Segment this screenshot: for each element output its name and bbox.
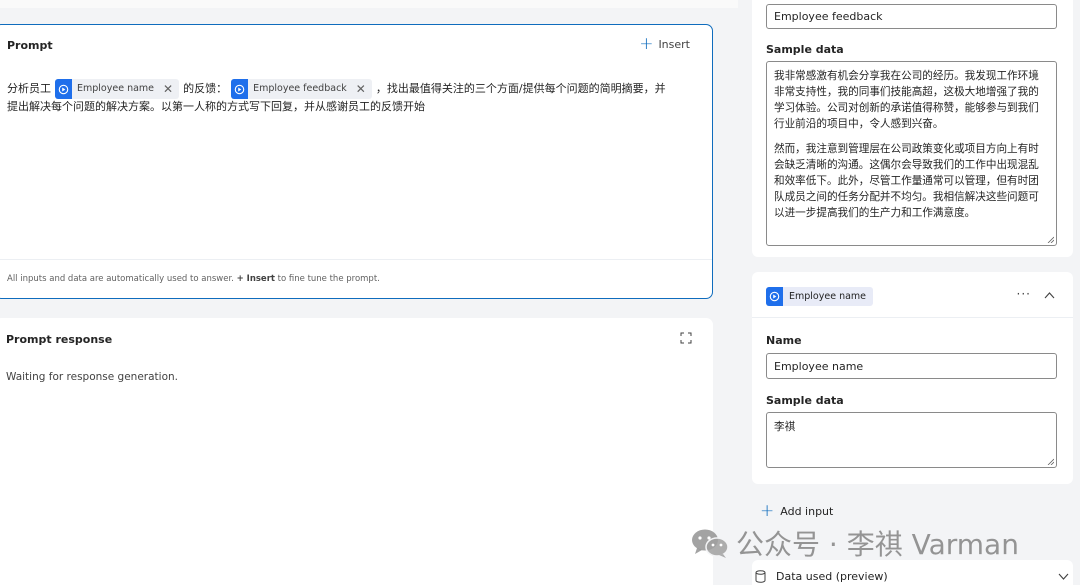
employee-name-tag: Employee name (766, 287, 874, 306)
prompt-text-before: 分析员工 (7, 82, 51, 95)
remove-chip-icon[interactable]: ✕ (163, 75, 173, 103)
prompt-text-between: 的反馈： (183, 82, 228, 95)
tag-label: Employee name (789, 291, 867, 302)
insert-label: Insert (658, 37, 690, 51)
prompt-editor[interactable]: 分析员工 Employee name ✕ 的反馈： Employee feedback ✕… (7, 75, 697, 114)
chip-employee-name[interactable]: Employee name ✕ (55, 79, 180, 99)
chip-label: Employee name (77, 83, 155, 94)
sample-value: 李祺 (774, 421, 796, 433)
prompt-text-line2: 提出解决每个问题的解决方案。以第一人称的方式写下回复，并从感谢员工的反馈开始 (7, 100, 425, 113)
prompt-footer: All inputs and data are automatically us… (7, 274, 380, 284)
card-header: Employee name ··· (752, 272, 1073, 318)
input-card-employee-name: Employee name ··· Name Employee name Sam… (752, 272, 1073, 484)
watermark: 公众号 · 李祺 Varman (690, 523, 1019, 563)
divider (0, 259, 712, 260)
prompt-card[interactable]: Prompt + Insert 分析员工 Employee name ✕ 的反馈： Em… (0, 24, 713, 299)
input-card-employee-feedback: Employee feedback Sample data 我非常感激有机会分享… (752, 0, 1073, 257)
resize-grip-icon[interactable] (1047, 458, 1054, 465)
prompt-title: Prompt (7, 39, 53, 52)
database-icon (755, 570, 766, 583)
feedback-name-value: Employee feedback (774, 10, 883, 23)
response-title: Prompt response (6, 333, 113, 346)
employee-sample-textarea[interactable]: 李祺 (766, 412, 1057, 468)
wechat-logo-icon (692, 529, 729, 558)
add-input-button[interactable]: + Add input (760, 501, 834, 521)
feedback-name-field[interactable]: Employee feedback (766, 4, 1057, 29)
response-card: Prompt response Waiting for response gen… (0, 318, 713, 585)
expand-icon[interactable] (680, 332, 692, 344)
sample-paragraph: 然而，我注意到管理层在公司政策变化或项目方向上有时会缺乏清晰的沟通。这偶尔会导致… (774, 143, 1039, 219)
chip-employee-feedback[interactable]: Employee feedback ✕ (231, 79, 372, 99)
sample-paragraph: 我非常感激有机会分享我在公司的经历。我发现工作环境非常支持性，我的同事们技能高超… (774, 70, 1039, 130)
insert-button[interactable]: + Insert (639, 34, 690, 54)
feedback-sample-textarea[interactable]: 我非常感激有机会分享我在公司的经历。我发现工作环境非常支持性，我的同事们技能高超… (766, 61, 1057, 246)
more-options-icon[interactable]: ··· (1017, 287, 1031, 301)
employee-name-label: Name (766, 334, 802, 347)
data-used-label: Data used (preview) (776, 570, 888, 583)
prompt-text-after: ，找出最值得关注的三个方面/提供每个问题的简明摘要，并 (375, 82, 666, 95)
input-variable-icon (766, 287, 783, 306)
response-status: Waiting for response generation. (6, 371, 178, 383)
plus-icon: + (639, 34, 654, 54)
remove-chip-icon[interactable]: ✕ (356, 75, 366, 103)
watermark-text: 公众号 · 李祺 Varman (736, 528, 1019, 561)
input-variable-icon (231, 79, 249, 99)
inputs-panel: Employee feedback Sample data 我非常感激有机会分享… (738, 0, 1080, 585)
top-strip (0, 0, 738, 8)
footer-suffix: to fine tune the prompt. (274, 274, 380, 284)
data-used-section[interactable]: Data used (preview) (752, 560, 1073, 585)
chevron-down-icon[interactable] (1058, 573, 1069, 581)
plus-icon: + (760, 501, 775, 521)
add-input-label: Add input (780, 504, 834, 518)
chevron-up-icon[interactable] (1044, 291, 1055, 299)
footer-insert-link[interactable]: + Insert (237, 274, 275, 284)
employee-name-value: Employee name (774, 359, 864, 373)
employee-name-field[interactable]: Employee name (766, 353, 1057, 379)
employee-sample-label: Sample data (766, 394, 844, 407)
resize-grip-icon[interactable] (1047, 236, 1054, 243)
footer-prefix: All inputs and data are automatically us… (7, 274, 237, 284)
input-variable-icon (55, 79, 72, 99)
chip-label: Employee feedback (253, 83, 347, 94)
feedback-sample-label: Sample data (766, 43, 844, 56)
